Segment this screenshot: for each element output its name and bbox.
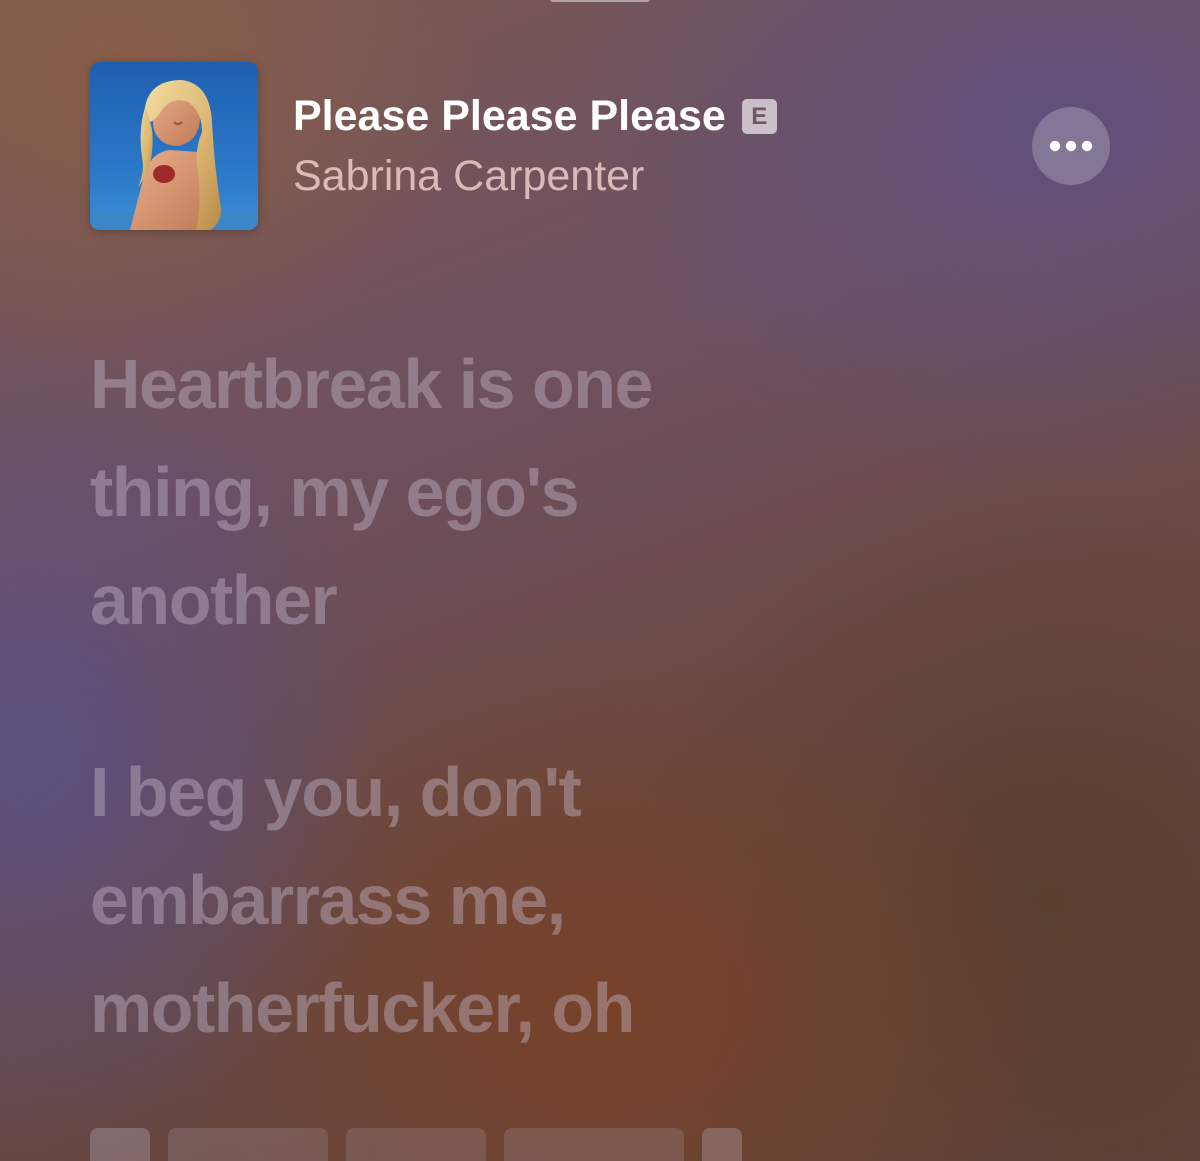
lyrics-view[interactable]: Heartbreak is one thing, my ego's anothe… — [90, 330, 1110, 1146]
explicit-badge: E — [741, 99, 777, 134]
song-title[interactable]: Please Please Please — [293, 92, 726, 141]
artist-name[interactable]: Sabrina Carpenter — [293, 152, 644, 201]
song-title-row: Please Please Please E — [293, 92, 777, 141]
lyric-text[interactable]: I beg you, don't embarrass me, motherfuc… — [90, 738, 1110, 1062]
sheet-grabber[interactable] — [550, 0, 650, 2]
lyric-stanza[interactable]: I beg you, don't embarrass me, motherfuc… — [90, 738, 1110, 1062]
glyph-fragment — [702, 1128, 742, 1161]
album-artwork[interactable] — [90, 62, 258, 230]
now-playing-header: Please Please Please E Sabrina Carpenter — [90, 62, 1110, 230]
lyric-stanza[interactable]: Heartbreak is one thing, my ego's anothe… — [90, 330, 1110, 654]
ellipsis-icon — [1049, 140, 1093, 152]
lyric-text[interactable]: Heartbreak is one thing, my ego's anothe… — [90, 330, 1110, 654]
lyric-next-stanza-cutoff[interactable] — [90, 1128, 910, 1161]
glyph-fragment — [504, 1128, 684, 1161]
glyph-fragment — [346, 1128, 486, 1161]
cutoff-glyphs — [90, 1128, 910, 1161]
album-artwork-image — [90, 62, 258, 230]
more-options-button[interactable] — [1032, 107, 1110, 185]
glyph-fragment — [90, 1128, 150, 1161]
glyph-fragment — [168, 1128, 328, 1161]
